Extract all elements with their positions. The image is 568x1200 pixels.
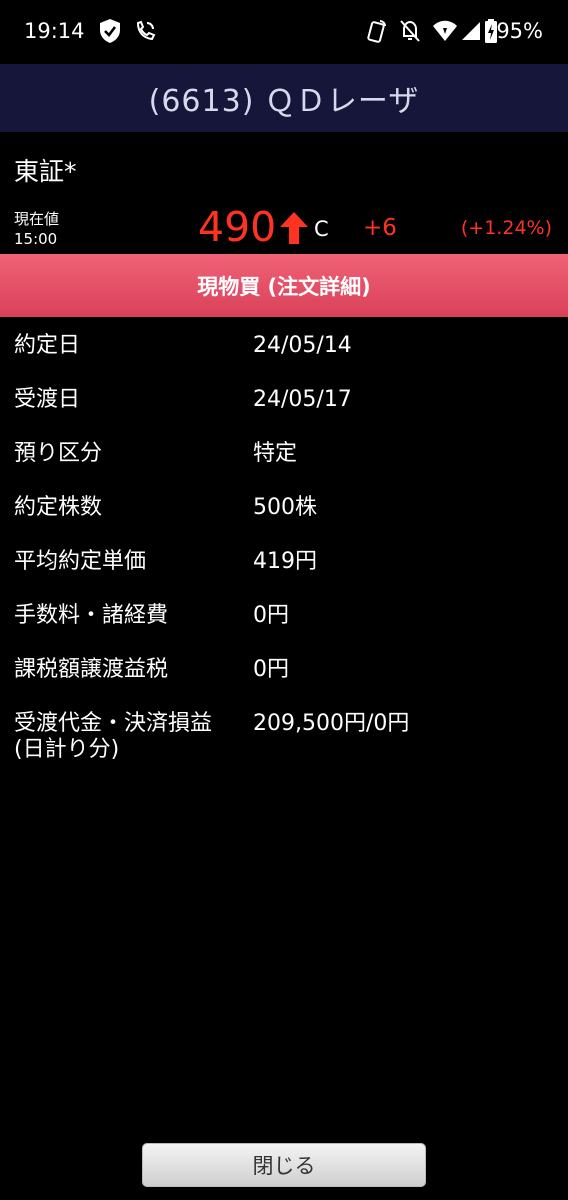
detail-value: 209,500円/0円 [253,711,410,736]
detail-value: 0円 [253,603,289,628]
detail-label: 受渡代金・決済損益 (日計り分) [14,711,213,762]
close-button[interactable]: 閉じる [142,1143,426,1187]
detail-value: 特定 [253,441,298,466]
detail-label: 課税額譲渡益税 [14,657,169,682]
page-title: (6613) ＱＤレーザ [148,84,420,119]
bell-off-icon [398,18,422,44]
signal-icon [460,18,482,44]
status-bar: 19:14 95% [0,0,568,64]
detail-label: 平均約定単価 [14,549,147,574]
detail-label: 約定株数 [14,495,103,520]
price-change: +6 [363,215,397,241]
detail-label: 受渡日 [14,387,81,412]
battery-percent: 95% [496,19,543,43]
detail-value: 419円 [253,549,317,574]
order-detail-banner: 現物買 (注文詳細) [0,254,568,317]
close-button-label: 閉じる [252,1154,316,1178]
current-price-label: 現在値 [14,210,60,228]
detail-value: 500株 [253,495,317,520]
order-detail-title: 現物買 (注文詳細) [197,274,371,299]
detail-label: 約定日 [14,333,81,358]
wifi-icon [432,18,458,44]
arrow-up-icon [278,210,310,250]
exchange-label: 東証* [14,157,77,186]
price-time: 15:00 [14,230,58,248]
detail-label: 預り区分 [14,441,103,466]
detail-value: 24/05/14 [253,333,352,358]
app-header: (6613) ＱＤレーザ [0,64,568,132]
price-change-percent: (+1.24%) [460,217,552,239]
nfc-icon [364,18,388,44]
price-flag: C [314,217,329,241]
detail-value: 0円 [253,657,289,682]
current-price: 490 [198,203,277,251]
detail-value: 24/05/17 [253,387,352,412]
detail-label: 手数料・諸経費 [14,603,169,628]
wifi-calling-icon [133,18,157,44]
shield-check-icon [98,18,122,44]
status-time: 19:14 [24,19,85,43]
